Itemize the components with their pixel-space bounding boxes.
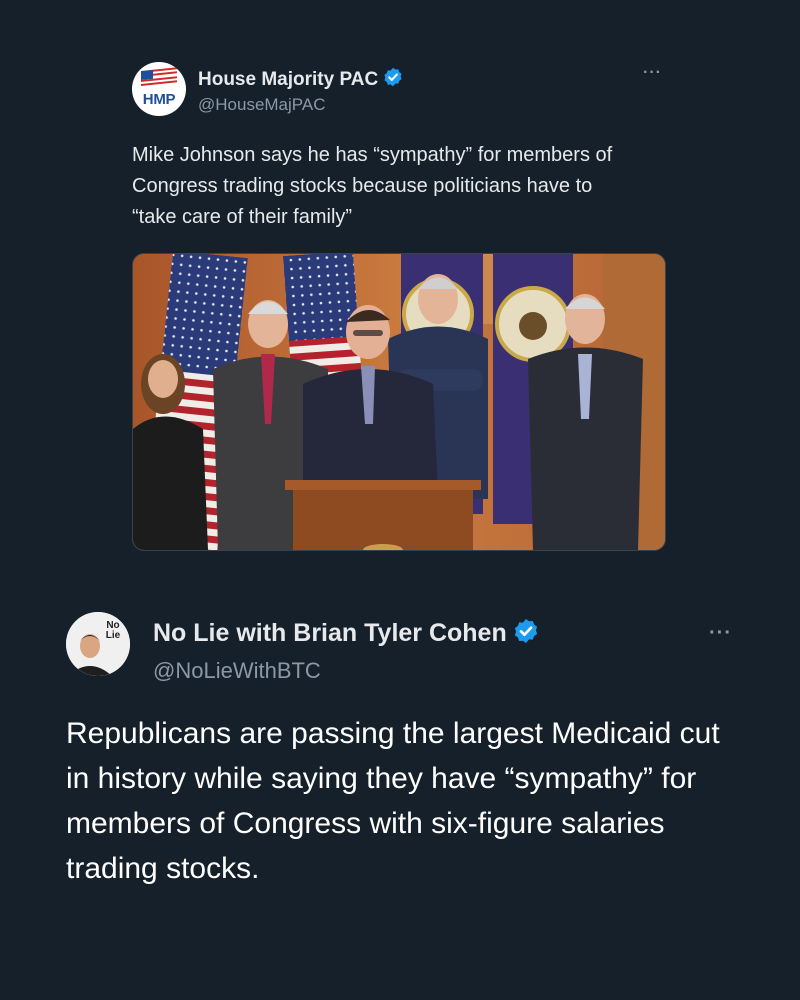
house-majority-pac-avatar[interactable]: HMP (132, 62, 186, 116)
quoted-tweet-names: House Majority PAC @HouseMajPAC (198, 67, 403, 115)
quoted-tweet[interactable]: HMP House Majority PAC @HouseMajPAC ··· … (132, 62, 666, 551)
tweet-text: Mike Johnson says he has “sympathy” for … (132, 144, 613, 228)
more-options-icon[interactable]: ··· (709, 622, 732, 645)
press-conference-photo (133, 254, 665, 550)
verified-badge-icon (383, 67, 403, 92)
avatar-logo-text: HMP (142, 91, 176, 108)
tweet-media-photo[interactable] (132, 253, 666, 551)
brian-tyler-cohen-avatar[interactable]: No Lie (66, 612, 130, 676)
podium (285, 480, 481, 550)
main-tweet-names: No Lie with Brian Tyler Cohen @NoLieWith… (153, 618, 539, 684)
verified-badge-icon (513, 618, 539, 649)
main-tweet-header: No Lie No Lie with Brian Tyler Cohen @No… (66, 612, 738, 684)
display-name[interactable]: No Lie with Brian Tyler Cohen (153, 619, 507, 648)
quoted-tweet-header: HMP House Majority PAC @HouseMajPAC ··· (132, 62, 664, 116)
tweet-text: Republicans are passing the largest Medi… (66, 717, 720, 885)
more-options-icon[interactable]: ··· (643, 64, 662, 82)
display-name[interactable]: House Majority PAC (198, 69, 378, 91)
main-tweet[interactable]: No Lie No Lie with Brian Tyler Cohen @No… (66, 612, 738, 891)
handle[interactable]: @NoLieWithBTC (153, 658, 539, 684)
avatar-logo-text: No Lie (105, 620, 121, 641)
handle[interactable]: @HouseMajPAC (198, 95, 403, 115)
